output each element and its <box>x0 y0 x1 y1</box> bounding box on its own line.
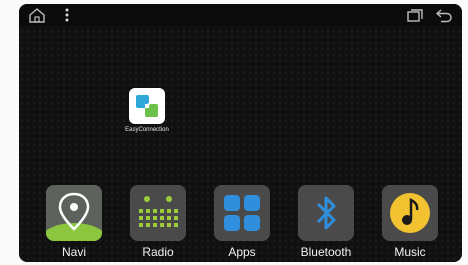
music-note-icon <box>382 185 438 241</box>
apps-grid-icon <box>214 185 270 241</box>
easyconnection-shortcut[interactable]: EasyConnection <box>107 88 187 133</box>
radio-icon <box>130 185 186 241</box>
back-icon[interactable] <box>435 7 453 23</box>
dock-item-navi[interactable]: Navi <box>32 179 116 259</box>
map-pin-icon <box>46 185 102 241</box>
recents-icon[interactable] <box>406 7 424 23</box>
home-icon[interactable] <box>28 7 46 23</box>
shortcut-label: EasyConnection <box>125 127 169 133</box>
dock-item-bluetooth[interactable]: Bluetooth <box>284 179 368 259</box>
dock-label-bluetooth: Bluetooth <box>300 245 352 259</box>
head-unit-screen: EasyConnection Navi Radio Apps Bluetooth… <box>19 4 462 262</box>
dock-item-music[interactable]: Music <box>368 179 452 259</box>
status-bar <box>19 4 462 26</box>
dock-label-navi: Navi <box>61 245 86 259</box>
dock-label-apps: Apps <box>228 245 256 259</box>
dock-item-radio[interactable]: Radio <box>116 179 200 259</box>
dock-label-radio: Radio <box>142 245 174 259</box>
dock: Navi Radio Apps Bluetooth Music <box>19 179 462 259</box>
easyconnection-icon <box>129 88 165 124</box>
dock-label-music: Music <box>394 245 426 259</box>
dock-item-apps[interactable]: Apps <box>200 179 284 259</box>
bluetooth-icon <box>298 185 354 241</box>
overflow-menu-icon[interactable] <box>63 7 71 23</box>
